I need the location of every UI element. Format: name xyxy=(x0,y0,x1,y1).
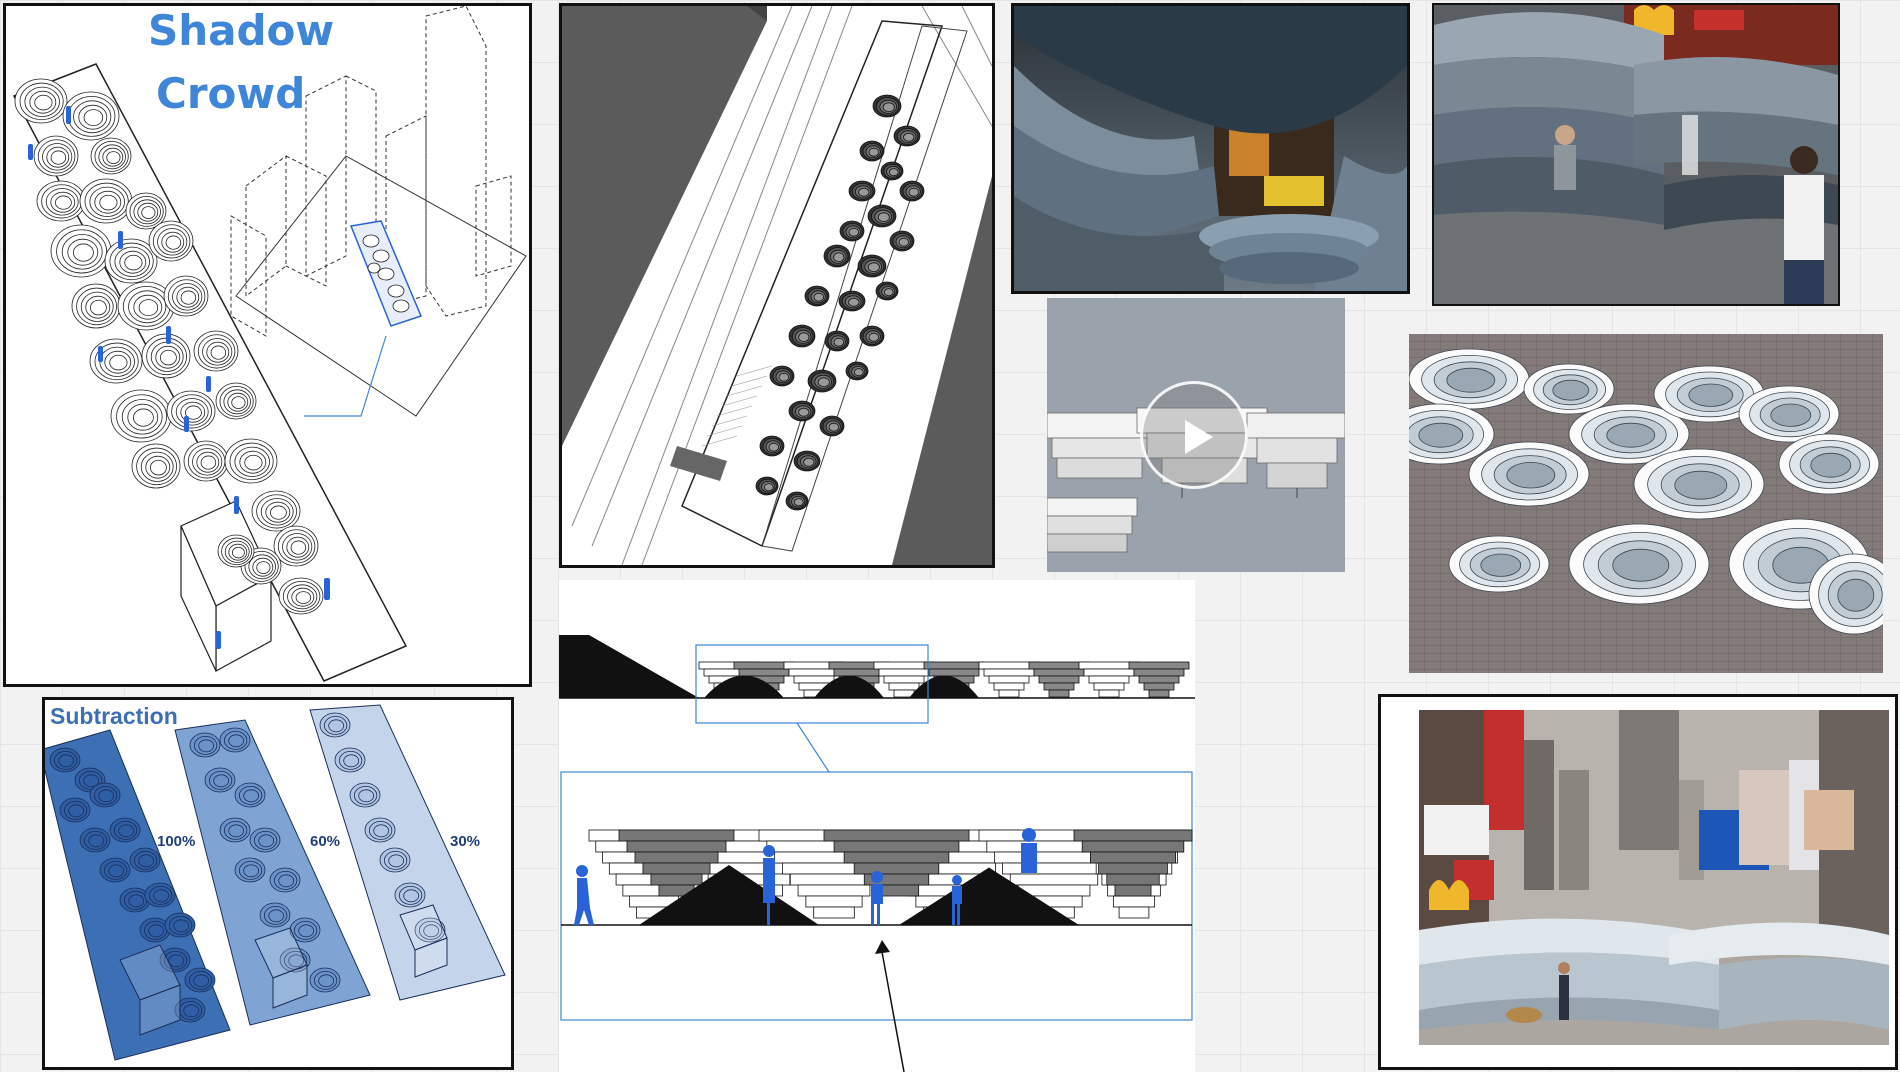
times-square-card xyxy=(1378,694,1898,1070)
plan-view-drawing xyxy=(562,6,992,565)
times-square-render xyxy=(1419,710,1889,1045)
play-icon xyxy=(1185,420,1213,454)
plan-view-card xyxy=(559,3,995,568)
video-player[interactable] xyxy=(1047,298,1345,572)
play-button[interactable] xyxy=(1140,381,1248,489)
section-drawing xyxy=(559,635,1195,1072)
shadow-crowd-axon-card: Shadow Crowd xyxy=(3,3,532,687)
section-drawing-card xyxy=(559,580,1195,1072)
shadow-crowd-title-line1: Shadow xyxy=(148,6,335,55)
subtraction-level-100: 100% xyxy=(157,833,196,850)
render-people-view xyxy=(1432,3,1840,306)
subtraction-drawings xyxy=(45,704,506,1061)
subtraction-level-30: 30% xyxy=(450,833,481,850)
subtraction-card: Subtraction 100% 60% 30% xyxy=(42,697,514,1070)
render-canopy-view xyxy=(1011,3,1410,294)
subtraction-level-60: 60% xyxy=(310,833,341,850)
shadow-crowd-title-line2: Crowd xyxy=(156,69,306,118)
render-aerial-view xyxy=(1409,334,1883,673)
